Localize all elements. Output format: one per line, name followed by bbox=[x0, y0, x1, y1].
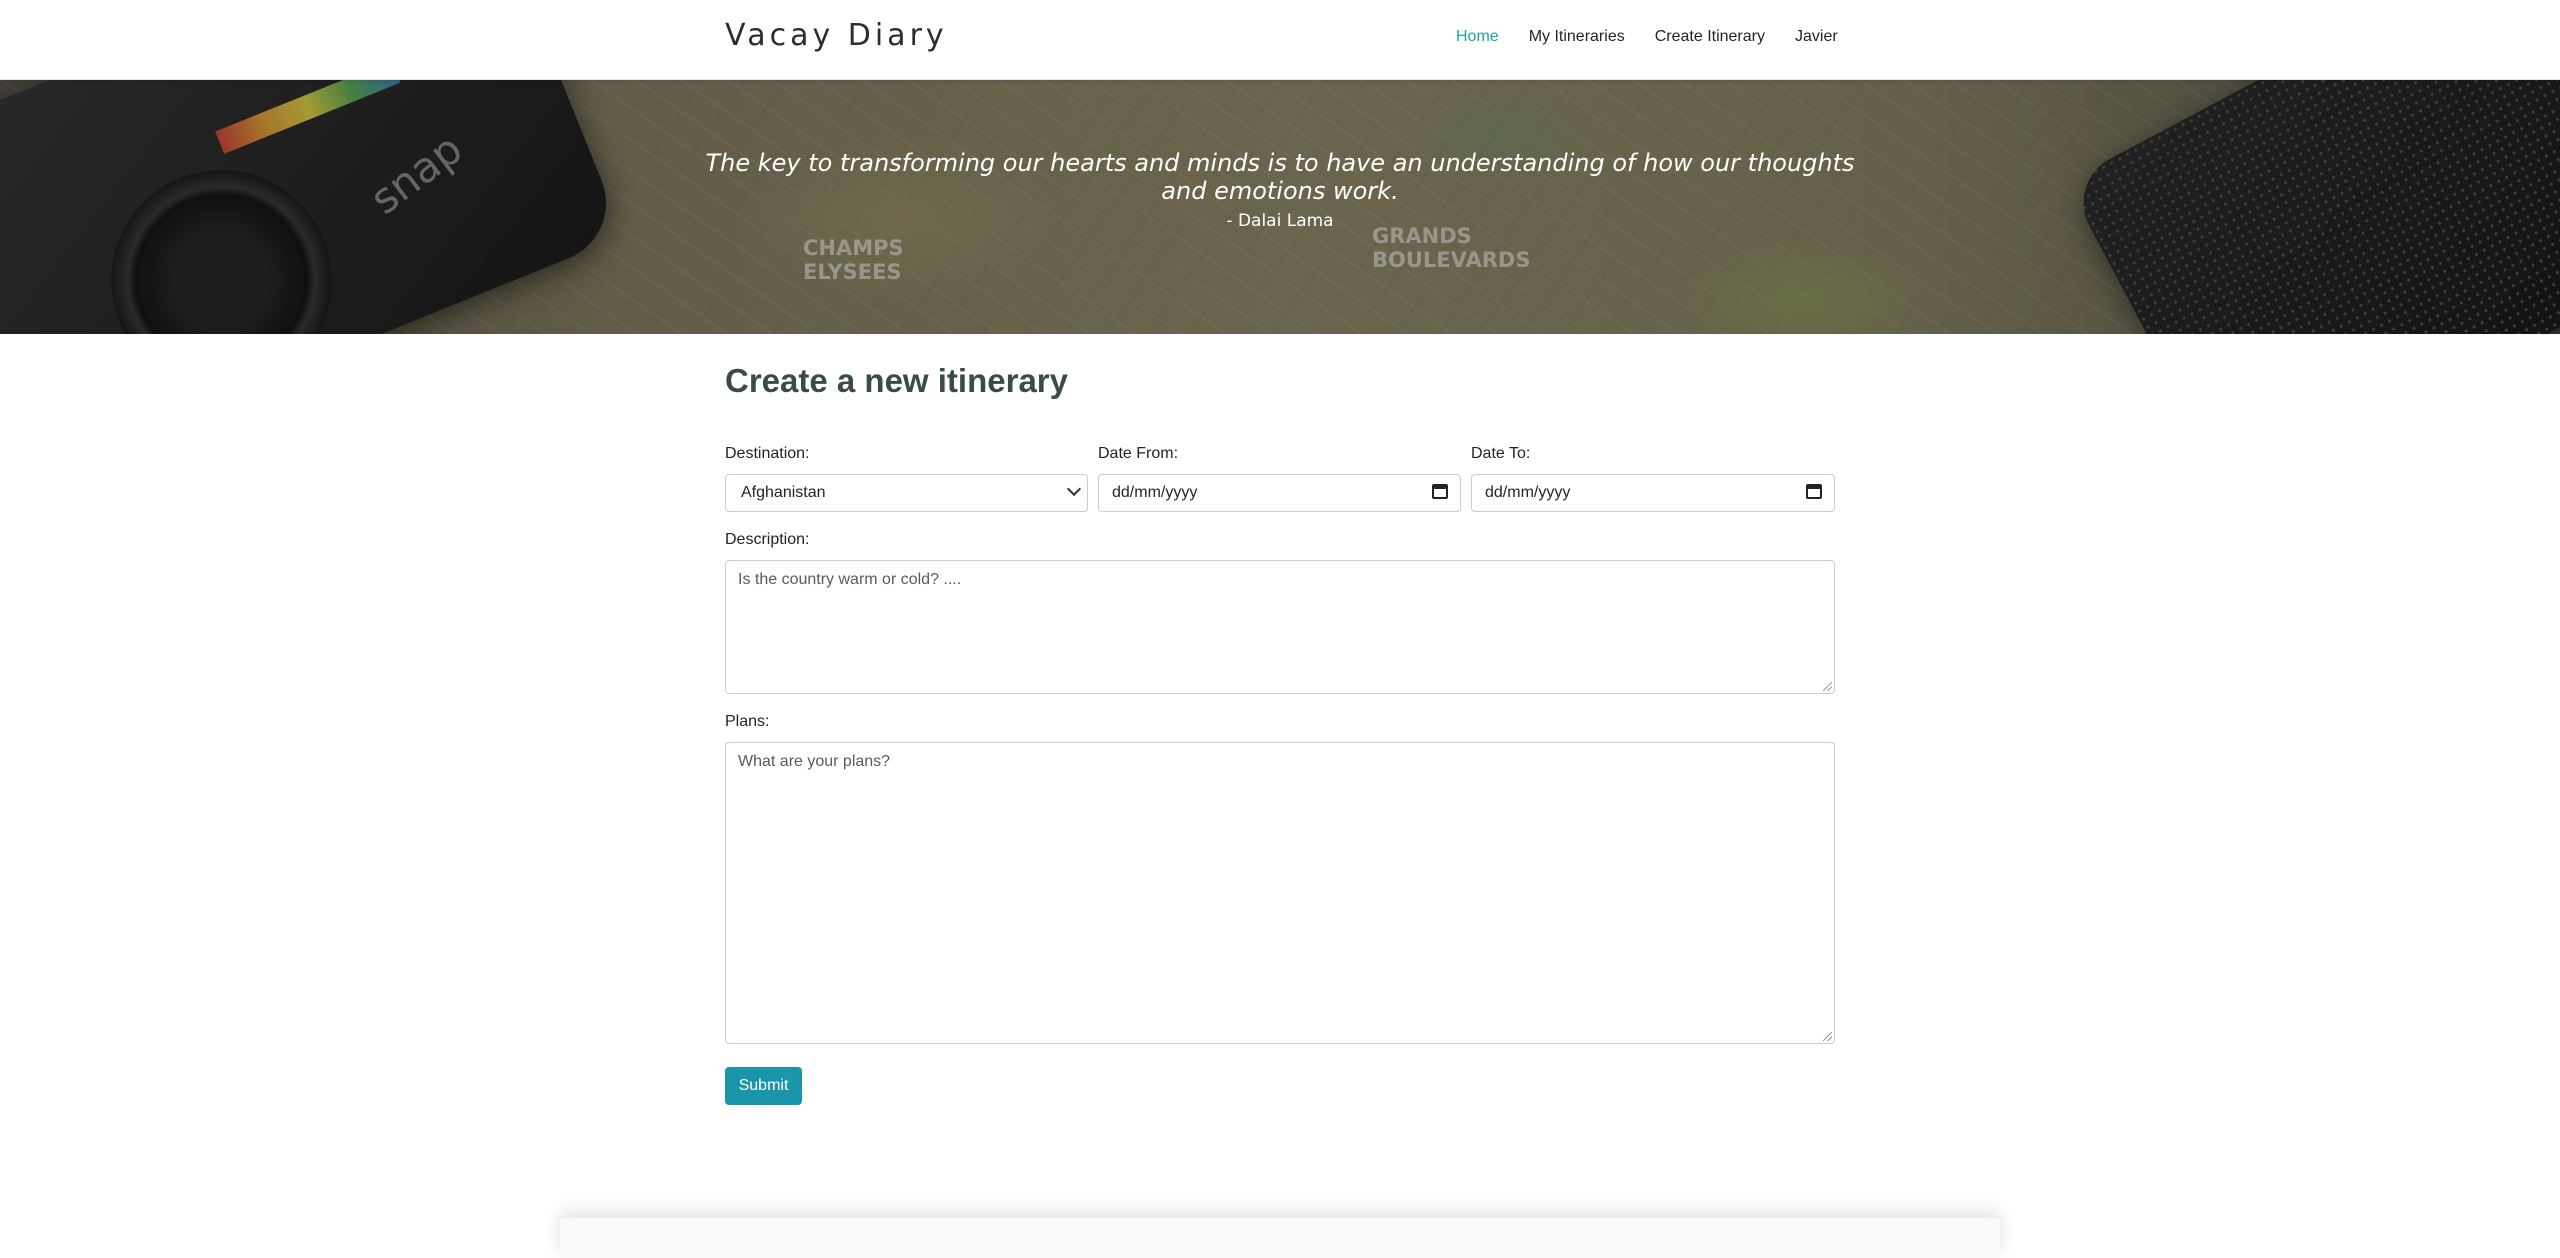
plans-label: Plans: bbox=[725, 713, 770, 730]
description-label: Description: bbox=[725, 531, 810, 548]
hero-quote: The key to transforming our hearts and m… bbox=[700, 149, 1860, 231]
footer-edge bbox=[560, 1218, 2000, 1258]
destination-select[interactable]: Afghanistan bbox=[725, 474, 1088, 512]
page-title: Create a new itinerary bbox=[725, 362, 1068, 399]
plans-textarea[interactable]: What are your plans? bbox=[725, 742, 1835, 1044]
submit-button[interactable]: Submit bbox=[725, 1067, 802, 1105]
destination-label: Destination: bbox=[725, 445, 810, 462]
quote-author: - Dalai Lama bbox=[1226, 211, 1334, 231]
nav-create-itinerary[interactable]: Create Itinerary bbox=[1655, 28, 1765, 46]
date-from-label: Date From: bbox=[1098, 445, 1179, 462]
date-to-input[interactable]: dd/mm/yyyy bbox=[1471, 474, 1835, 512]
nav-user-javier[interactable]: Javier bbox=[1795, 28, 1838, 46]
description-textarea[interactable]: Is the country warm or cold? .... bbox=[725, 560, 1835, 694]
hero-banner: snap CHAMPS ELYSEES GRANDS BOULEVARDS Th… bbox=[0, 79, 2560, 334]
nav-my-itineraries[interactable]: My Itineraries bbox=[1529, 28, 1625, 46]
top-navbar: Vacay Diary Home My Itineraries Create I… bbox=[0, 0, 2560, 80]
date-from-input[interactable]: dd/mm/yyyy bbox=[1098, 474, 1461, 512]
quote-text: The key to transforming our hearts and m… bbox=[705, 149, 1855, 205]
brand-logo[interactable]: Vacay Diary bbox=[725, 18, 948, 53]
plans-placeholder: What are your plans? bbox=[738, 753, 891, 770]
resize-handle-icon[interactable] bbox=[1823, 1032, 1832, 1041]
calendar-icon[interactable] bbox=[1806, 484, 1822, 499]
main-nav: Home My Itineraries Create Itinerary Jav… bbox=[1456, 28, 1868, 46]
date-to-label: Date To: bbox=[1471, 445, 1531, 462]
date-to-placeholder: dd/mm/yyyy bbox=[1485, 484, 1571, 501]
chevron-down-icon bbox=[1066, 481, 1082, 497]
date-from-placeholder: dd/mm/yyyy bbox=[1112, 484, 1198, 501]
description-placeholder: Is the country warm or cold? .... bbox=[738, 571, 962, 588]
destination-value: Afghanistan bbox=[741, 484, 826, 501]
resize-handle-icon[interactable] bbox=[1823, 682, 1832, 691]
calendar-icon[interactable] bbox=[1432, 484, 1448, 499]
nav-home[interactable]: Home bbox=[1456, 28, 1499, 46]
